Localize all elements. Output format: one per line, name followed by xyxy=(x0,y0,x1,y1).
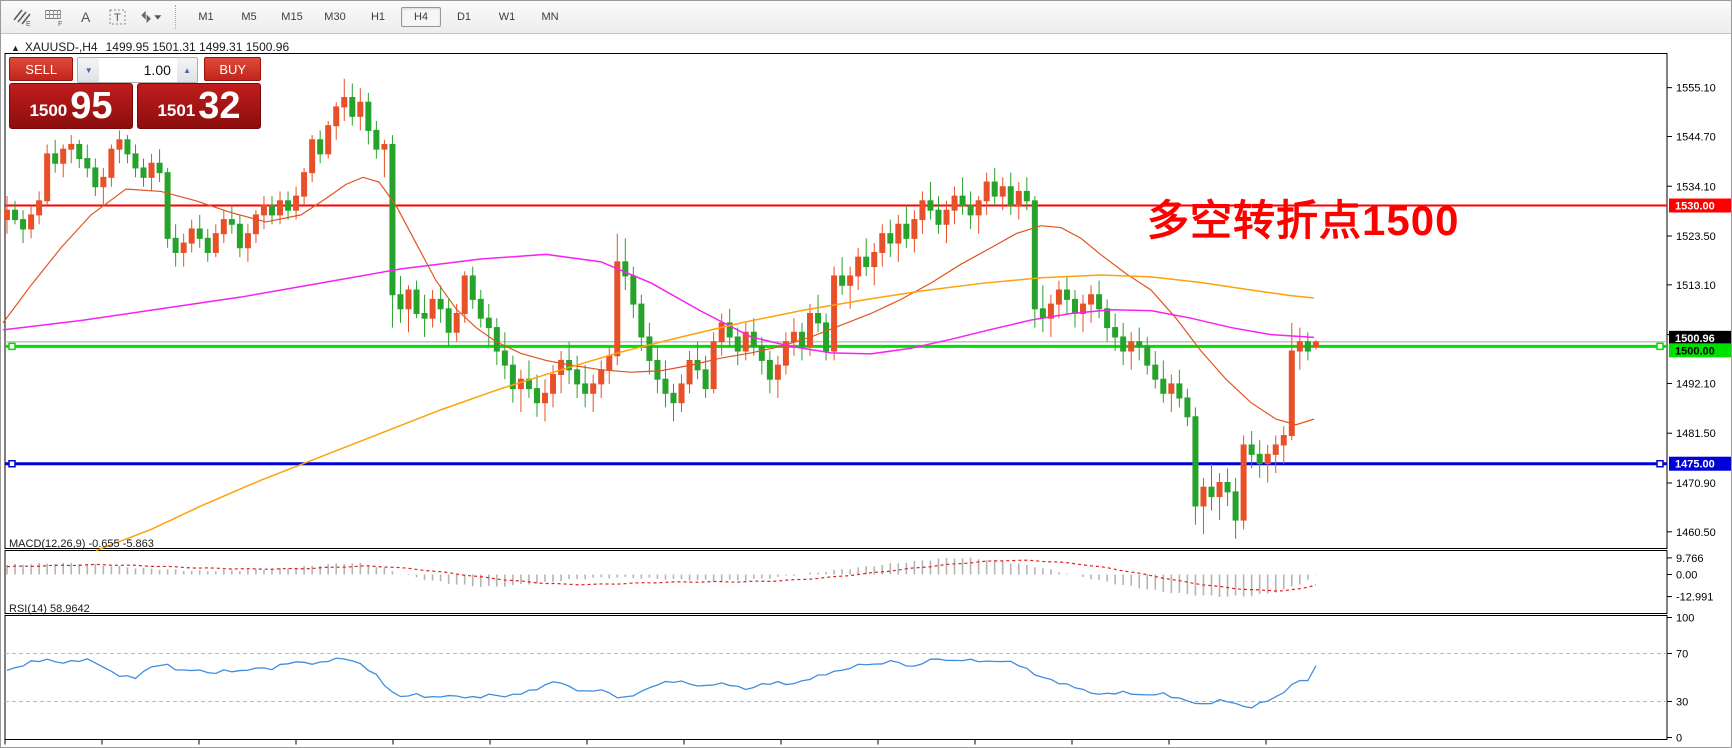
macd-label: MACD(12,26,9) -0.655 -5.863 xyxy=(9,538,154,550)
tf-button-h4[interactable]: H4 xyxy=(401,7,441,27)
svg-text:100: 100 xyxy=(1676,613,1694,625)
svg-text:F: F xyxy=(58,21,62,27)
buy-button[interactable]: BUY xyxy=(204,57,261,81)
annotation-text: 多空转折点1500 xyxy=(1147,197,1460,244)
tf-button-m30[interactable]: M30 xyxy=(315,7,355,27)
svg-text:1492.10: 1492.10 xyxy=(1676,378,1716,390)
tf-button-m5[interactable]: M5 xyxy=(229,7,269,27)
svg-text:1530.00: 1530.00 xyxy=(1675,201,1715,213)
terminal-window: E F A T M1 M5 M15 M30 H1 H4 D1 W1 MN 155… xyxy=(0,0,1732,748)
volume-up-button[interactable]: ▲ xyxy=(176,58,198,82)
bid-price-small: 1500 xyxy=(29,101,68,120)
svg-text:1460.50: 1460.50 xyxy=(1676,527,1716,539)
tf-button-m1[interactable]: M1 xyxy=(186,7,226,27)
symbol-name: XAUUSD-,H4 xyxy=(24,40,98,54)
chart-canvas[interactable]: 1555.101544.701534.101523.501513.101502.… xyxy=(1,34,1732,748)
toolbar: E F A T M1 M5 M15 M30 H1 H4 D1 W1 MN xyxy=(1,1,1731,34)
bid-price-tile[interactable]: 1500 95 xyxy=(9,83,133,129)
svg-text:1523.50: 1523.50 xyxy=(1676,231,1716,243)
svg-text:1500.00: 1500.00 xyxy=(1675,345,1715,357)
chart-area[interactable]: 1555.101544.701534.101523.501513.101502.… xyxy=(1,34,1732,748)
ask-price-big: 32 xyxy=(198,85,241,127)
svg-text:1555.10: 1555.10 xyxy=(1676,83,1716,95)
bid-price-big: 95 xyxy=(70,85,113,127)
drawing-tools-icon[interactable]: E xyxy=(9,5,35,29)
volume-stepper: ▼ ▲ xyxy=(77,57,199,83)
svg-text:1475.00: 1475.00 xyxy=(1675,459,1715,471)
svg-text:A: A xyxy=(81,9,91,25)
svg-text:E: E xyxy=(26,21,31,27)
svg-text:1500.96: 1500.96 xyxy=(1675,333,1715,345)
svg-text:70: 70 xyxy=(1676,649,1688,661)
svg-text:9.766: 9.766 xyxy=(1676,553,1704,565)
symbol-ohlc: 1499.95 1501.31 1499.31 1500.96 xyxy=(105,40,290,54)
text-box-icon[interactable]: T xyxy=(105,5,131,29)
svg-text:1481.50: 1481.50 xyxy=(1676,428,1716,440)
tf-button-m15[interactable]: M15 xyxy=(272,7,312,27)
symbol-marker-icon: ▲ xyxy=(11,43,20,53)
svg-text:1544.70: 1544.70 xyxy=(1676,131,1716,143)
svg-text:30: 30 xyxy=(1676,697,1688,709)
svg-text:1513.10: 1513.10 xyxy=(1676,280,1716,292)
svg-text:T: T xyxy=(114,12,121,24)
tf-button-w1[interactable]: W1 xyxy=(487,7,527,27)
volume-input[interactable] xyxy=(98,58,177,82)
svg-text:-12.991: -12.991 xyxy=(1676,592,1713,604)
tf-button-mn[interactable]: MN xyxy=(530,7,570,27)
svg-text:1534.10: 1534.10 xyxy=(1676,181,1716,193)
text-label-icon[interactable]: A xyxy=(73,5,99,29)
rsi-label: RSI(14) 58.9642 xyxy=(9,603,90,615)
tf-button-h1[interactable]: H1 xyxy=(358,7,398,27)
ask-price-small: 1501 xyxy=(157,101,196,120)
grid-icon[interactable]: F xyxy=(41,5,67,29)
ask-price-tile[interactable]: 1501 32 xyxy=(137,83,261,129)
symbol-header: ▲ XAUUSD-,H4 1499.95 1501.31 1499.31 1500.… xyxy=(11,40,289,54)
sell-button[interactable]: SELL xyxy=(9,57,74,81)
tf-button-d1[interactable]: D1 xyxy=(444,7,484,27)
svg-text:0: 0 xyxy=(1676,733,1682,745)
toolbar-separator xyxy=(175,5,176,29)
one-click-trading-panel: SELL ▼ ▲ BUY 1500 95 1501 32 xyxy=(9,57,261,129)
arrow-style-icon[interactable] xyxy=(137,5,163,29)
svg-text:0.00: 0.00 xyxy=(1676,570,1697,582)
svg-text:1470.90: 1470.90 xyxy=(1676,478,1716,490)
volume-down-button[interactable]: ▼ xyxy=(78,58,99,82)
